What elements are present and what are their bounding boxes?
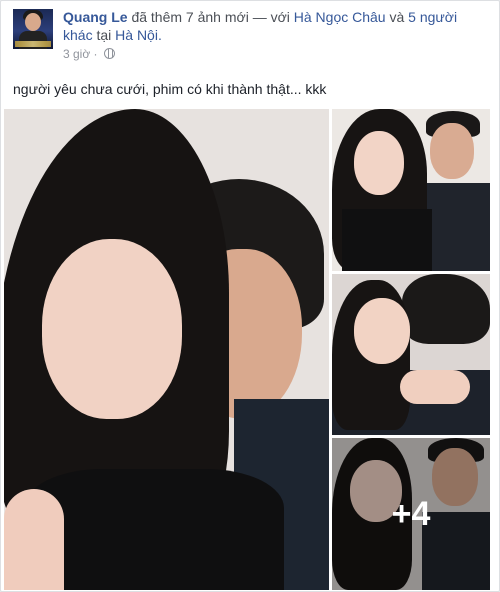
photo-thumb-2[interactable] <box>332 274 490 435</box>
globe-icon[interactable] <box>103 48 115 59</box>
location-link[interactable]: Hà Nội. <box>115 27 162 43</box>
photo-thumb-3[interactable]: +4 <box>332 438 490 590</box>
action-text: đã thêm 7 ảnh mới — với <box>127 9 294 25</box>
photo-thumb-1[interactable] <box>332 109 490 271</box>
more-photos-count[interactable]: +4 <box>332 438 490 590</box>
at-text: tại <box>92 27 116 43</box>
timestamp[interactable]: 3 giờ <box>63 47 90 61</box>
photo-main[interactable] <box>4 109 329 590</box>
author-avatar[interactable] <box>13 9 53 49</box>
feed-post: Quang Le đã thêm 7 ảnh mới — với Hà Ngọc… <box>0 0 500 592</box>
post-meta: 3 giờ · <box>63 47 115 61</box>
author-name[interactable]: Quang Le <box>63 9 128 25</box>
post-header: Quang Le đã thêm 7 ảnh mới — với Hà Ngọc… <box>63 8 483 44</box>
and-text: và <box>385 9 409 25</box>
post-message: người yêu chưa cưới, phim có khi thành t… <box>13 81 327 97</box>
tagged-person-link[interactable]: Hà Ngọc Châu <box>294 9 386 25</box>
